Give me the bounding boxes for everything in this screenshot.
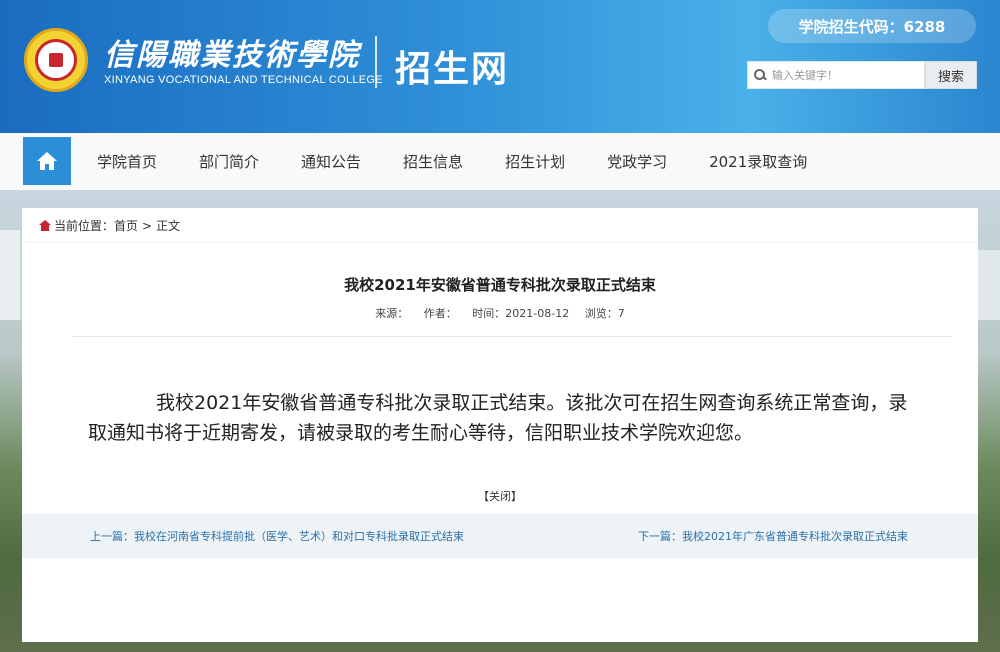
nav-item-party-study[interactable]: 党政学习 [586,151,688,172]
nav-home-button[interactable] [23,137,71,185]
nav-item-2021-query[interactable]: 2021录取查询 [688,151,828,172]
site-header: 信陽職業技術學院 XINYANG VOCATIONAL AND TECHNICA… [0,0,1000,133]
meta-divider [72,336,952,337]
close-link[interactable]: 【关闭】 [22,488,978,504]
search-button[interactable]: 搜索 [925,61,977,89]
header-divider [375,36,377,88]
article-time: 时间：2021-08-12 [472,307,570,320]
nav-item-home[interactable]: 学院首页 [76,151,178,172]
search-icon [754,69,766,81]
site-title: 招生网 [395,49,510,90]
breadcrumb-home-icon [38,219,52,232]
breadcrumb-home-link[interactable]: 首页 [114,217,138,234]
article-title: 我校2021年安徽省普通专科批次录取正式结束 [344,276,656,294]
article-body: 我校2021年安徽省普通专科批次录取正式结束。该批次可在招生网查询系统正常查询，… [88,392,908,444]
article-source: 来源： [375,307,409,320]
breadcrumb-prefix: 当前位置： [54,219,115,233]
article-meta: 来源： 作者： 时间：2021-08-12 浏览：7 [22,305,978,321]
nav-item-admission-plan[interactable]: 招生计划 [484,151,586,172]
college-logo[interactable] [24,28,88,92]
nav-item-admission-info[interactable]: 招生信息 [382,151,484,172]
breadcrumb-current: 正文 [156,219,181,233]
main-nav: 学院首页 部门简介 通知公告 招生信息 招生计划 党政学习 2021录取查询 [0,133,1000,190]
search-box [747,61,925,89]
building-left [0,230,22,320]
nav-item-notices[interactable]: 通知公告 [280,151,382,172]
building-right [978,250,1000,320]
article-views: 浏览：7 [584,307,625,320]
home-icon [37,152,57,170]
article-author: 作者： [423,307,457,320]
college-name-cn: 信陽職業技術學院 [104,38,360,73]
logo-emblem [35,39,77,81]
next-article-link[interactable]: 下一篇：我校2021年广东省普通专科批次录取正式结束 [638,528,908,544]
nav-item-departments[interactable]: 部门简介 [178,151,280,172]
college-name-en: XINYANG VOCATIONAL AND TECHNICAL COLLEGE [104,74,383,86]
search-input[interactable] [772,68,922,82]
prev-article-link[interactable]: 上一篇：我校在河南省专科提前批（医学、艺术）和对口专科批录取正式结束 [90,528,464,544]
admission-code-badge: 学院招生代码：6288 [768,9,976,43]
content-panel: 当前位置： 首页 > 正文 我校2021年安徽省普通专科批次录取正式结束 来源：… [22,208,978,642]
breadcrumb-divider [22,242,978,243]
breadcrumb-separator: > [142,218,153,233]
prev-next-bar: 上一篇：我校在河南省专科提前批（医学、艺术）和对口专科批录取正式结束 下一篇：我… [22,514,978,558]
breadcrumb: 当前位置： 首页 > 正文 [38,217,180,234]
